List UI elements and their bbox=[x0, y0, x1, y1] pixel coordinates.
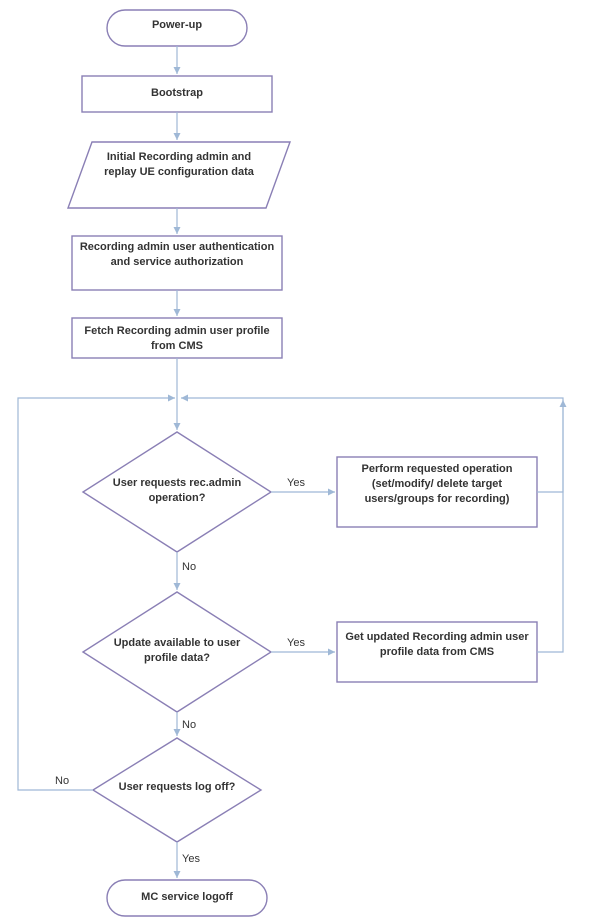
text-dec-update: Update available to user profile data? bbox=[105, 636, 249, 666]
label-yes-3: Yes bbox=[182, 853, 200, 865]
text-fetch: Fetch Recording admin user profile from … bbox=[78, 324, 276, 354]
label-yes-2: Yes bbox=[287, 637, 305, 649]
label-no-2: No bbox=[182, 719, 196, 731]
text-logoff: MC service logoff bbox=[107, 890, 267, 905]
text-get-updated: Get updated Recording admin user profile… bbox=[343, 630, 531, 660]
text-initial-cfg: Initial Recording admin and replay UE co… bbox=[92, 150, 266, 180]
text-perform-op: Perform requested operation (set/modify/… bbox=[343, 462, 531, 507]
text-powerup: Power-up bbox=[107, 18, 247, 33]
text-dec-recadmin: User requests rec.admin operation? bbox=[105, 476, 249, 506]
label-yes-1: Yes bbox=[287, 477, 305, 489]
text-bootstrap: Bootstrap bbox=[82, 86, 272, 101]
text-dec-logoff: User requests log off? bbox=[113, 780, 241, 795]
label-no-3: No bbox=[55, 775, 69, 787]
label-no-1: No bbox=[182, 561, 196, 573]
text-auth: Recording admin user authentication and … bbox=[78, 240, 276, 270]
